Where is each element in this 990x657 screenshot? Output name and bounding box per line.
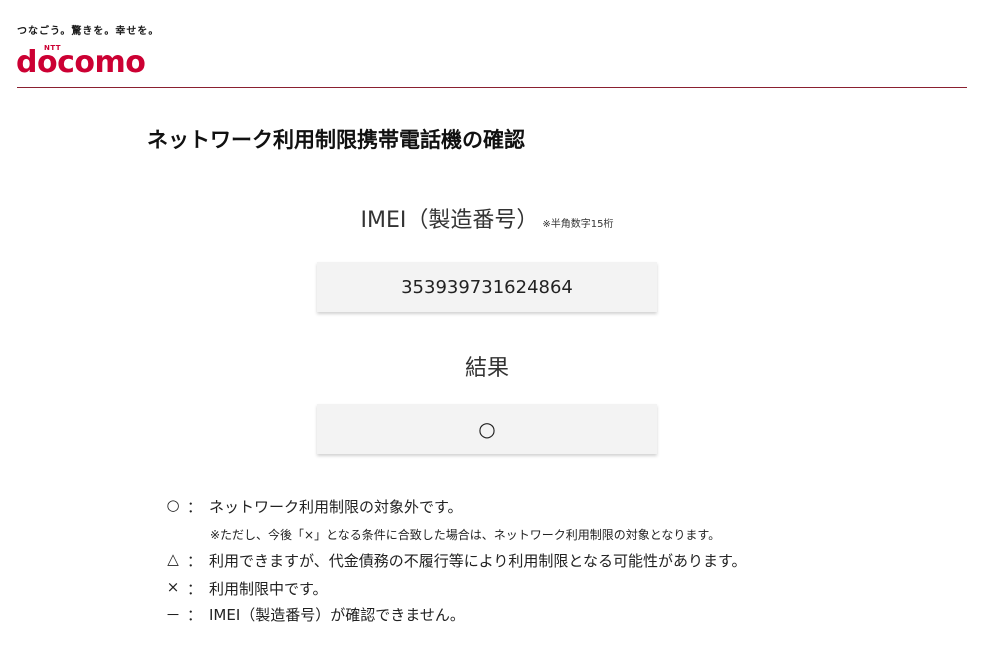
legend-text: 利用制限中です。 <box>209 580 328 598</box>
result-value-box: ○ <box>317 404 657 454</box>
page-title: ネットワーク利用制限携帯電話機の確認 <box>147 128 525 152</box>
legend-text: 利用できますが、代金債務の不履行等により利用制限となる可能性があります。 <box>209 552 747 570</box>
site-header: つなごう。驚きを。幸せを。 NTT docomo <box>16 0 967 88</box>
legend-colon: ： <box>187 552 203 570</box>
legend-sub-note: ※ただし、今後「×」となる条件に合致した場合は、ネットワーク利用制限の対象となり… <box>210 528 721 542</box>
legend-symbol: △ <box>167 550 179 568</box>
legend-symbol: ○ <box>166 496 180 514</box>
result-label: 結果 <box>464 356 509 381</box>
tagline: つなごう。驚きを。幸せを。 <box>17 26 160 37</box>
imei-value-box: 353939731624864 <box>317 262 657 312</box>
legend-colon: ： <box>187 498 203 516</box>
logo-wordmark: docomo <box>16 45 146 80</box>
imei-value: 353939731624864 <box>401 276 573 298</box>
legend-symbol: × <box>166 578 180 596</box>
legend-colon: ： <box>187 580 203 598</box>
legend-text: IMEI（製造番号）が確認できません。 <box>209 606 465 624</box>
legend-symbol: － <box>165 606 181 624</box>
legend-text: ネットワーク利用制限の対象外です。 <box>209 498 463 516</box>
imei-label-row: IMEI（製造番号） ※半角数字15桁 <box>0 202 974 234</box>
result-value: ○ <box>478 417 496 441</box>
imei-label: IMEI（製造番号） <box>360 208 539 233</box>
imei-format-note: ※半角数字15桁 <box>542 219 614 230</box>
legend-colon: ： <box>187 606 203 624</box>
